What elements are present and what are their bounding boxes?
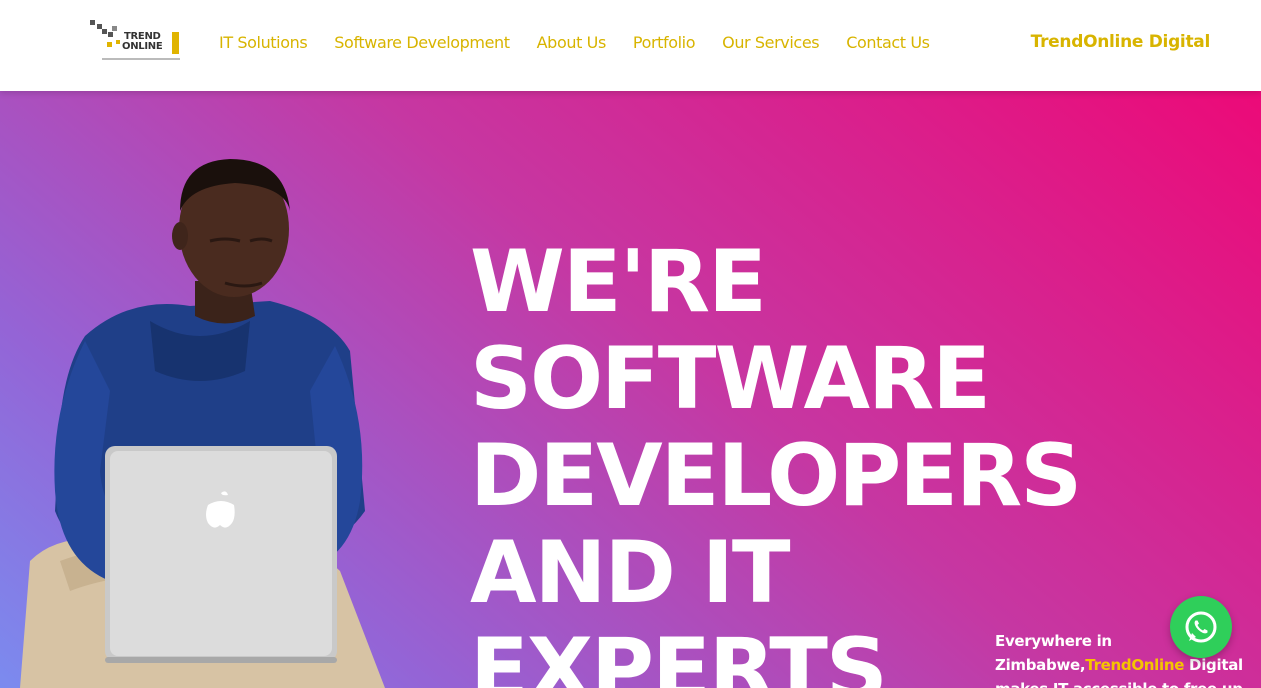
nav-about-us[interactable]: About Us	[537, 33, 607, 52]
site-logo[interactable]: TREND ONLINE	[88, 18, 182, 64]
subtext-line2-start: Zimbabwe,	[995, 656, 1086, 674]
hero-person-image	[20, 159, 385, 688]
subtext-line2-end: Digital	[1184, 656, 1243, 674]
site-header: TREND ONLINE IT Solutions Software Devel…	[0, 0, 1261, 91]
headline-line: DEVELOPERS	[470, 426, 1082, 526]
subtext-brand-highlight: TrendOnline	[1085, 656, 1185, 674]
headline-line: SOFTWARE	[470, 329, 991, 429]
logo-text-online: ONLINE	[122, 41, 163, 52]
laptop-image	[105, 446, 337, 663]
brand-name-link[interactable]: TrendOnline Digital	[1031, 32, 1211, 52]
headline-line: EXPERTS	[470, 620, 888, 688]
hero-headline: WE'RE SOFTWARE DEVELOPERS AND IT EXPERTS	[470, 232, 1082, 688]
nav-our-services[interactable]: Our Services	[722, 33, 819, 52]
logo-accent	[116, 40, 120, 44]
subtext-line3: makes IT accessible to free up	[995, 680, 1243, 688]
hero-section: WE'RE SOFTWARE DEVELOPERS AND IT EXPERTS…	[0, 91, 1261, 688]
headline-line: WE'RE	[470, 232, 767, 332]
logo-bar	[172, 32, 179, 54]
nav-software-development[interactable]: Software Development	[334, 33, 510, 52]
logo-tagline	[102, 58, 180, 60]
headline-line: AND IT	[470, 523, 791, 623]
nav-it-solutions[interactable]: IT Solutions	[219, 33, 308, 52]
whatsapp-chat-button[interactable]	[1170, 596, 1232, 658]
whatsapp-icon	[1185, 611, 1217, 643]
main-nav: IT Solutions Software Development About …	[219, 33, 957, 52]
nav-portfolio[interactable]: Portfolio	[633, 33, 696, 52]
nav-contact-us[interactable]: Contact Us	[846, 33, 930, 52]
subtext-line1: Everywhere in	[995, 632, 1112, 650]
